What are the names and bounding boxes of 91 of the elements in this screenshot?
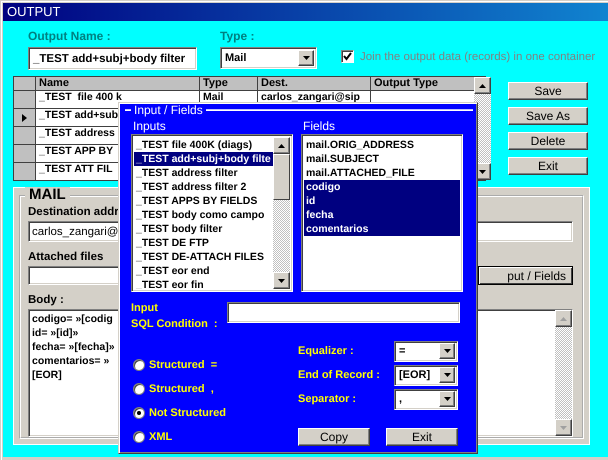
- scroll-up-button[interactable]: [273, 137, 290, 154]
- list-item[interactable]: mail.ATTACHED_FILE: [304, 166, 460, 180]
- up-arrow-icon: [278, 144, 285, 148]
- table-cell: carlos_zangari@sip: [261, 91, 360, 103]
- down-arrow-icon: [560, 426, 567, 430]
- dialog-title: Input / Fields: [134, 103, 203, 117]
- radio-button[interactable]: [133, 383, 145, 395]
- list-item[interactable]: _TEST DE FTP: [134, 236, 273, 250]
- caret-icon: [444, 349, 450, 353]
- option-dropdown[interactable]: =: [394, 340, 458, 362]
- list-item[interactable]: comentarios: [304, 222, 460, 236]
- list-item[interactable]: id: [304, 194, 460, 208]
- list-item[interactable]: _TEST file 400K (diags): [134, 138, 273, 152]
- checkbox-label: Join the output data (records) in one container: [360, 50, 596, 62]
- column-header[interactable]: Output Type: [371, 77, 474, 90]
- caret-icon: [444, 397, 450, 401]
- input-fields-button[interactable]: put / Fields: [478, 266, 573, 285]
- check-icon: [343, 52, 352, 61]
- row-selector[interactable]: [14, 109, 35, 126]
- column-header[interactable]: Type: [200, 77, 257, 90]
- list-item[interactable]: _TEST APPS BY FIELDS: [134, 194, 273, 208]
- type-dropdown[interactable]: Mail: [220, 47, 317, 69]
- up-arrow-icon: [560, 316, 567, 320]
- option-dropdown[interactable]: ,: [394, 388, 458, 410]
- radio-button[interactable]: [133, 407, 145, 419]
- field-label: Destination addr: [28, 205, 119, 219]
- grid-corner: [14, 77, 35, 90]
- list-item[interactable]: _TEST address filter 2: [134, 180, 273, 194]
- option-dropdown[interactable]: [EOR]: [394, 364, 458, 386]
- table-cell: _TEST add+sub: [39, 109, 118, 121]
- sql-condition-field[interactable]: [227, 302, 460, 323]
- checkbox[interactable]: [341, 50, 354, 63]
- list-item[interactable]: _TEST eor end: [134, 264, 273, 278]
- list-item[interactable]: _TEST add+subj+body filte: [134, 152, 273, 166]
- column-header[interactable]: Name: [36, 77, 199, 90]
- list-item[interactable]: _TEST eor fin: [134, 278, 273, 289]
- scroll-down-button[interactable]: [555, 419, 572, 436]
- option-label: End of Record :: [298, 369, 381, 381]
- list-item[interactable]: fecha: [304, 208, 460, 222]
- radio-button[interactable]: [133, 359, 145, 371]
- scroll-thumb[interactable]: [273, 154, 290, 200]
- dropdown-button[interactable]: [439, 367, 455, 383]
- list-item[interactable]: _TEST body como campo: [134, 208, 273, 222]
- field-label: Output Name :: [28, 29, 112, 43]
- option-label: Separator :: [298, 393, 358, 405]
- field-label: SQL Condition :: [131, 317, 219, 332]
- radio-button[interactable]: [133, 431, 145, 443]
- scroll-up-button[interactable]: [474, 77, 491, 94]
- field-label: Input: [131, 301, 159, 316]
- field-label: Type :: [220, 29, 256, 43]
- action-button[interactable]: Save As: [508, 107, 588, 125]
- down-arrow-icon: [278, 278, 285, 282]
- field-label: Attached files: [28, 250, 104, 264]
- body-text: codigo= »[codig id= »[id]» fecha= »[fecha]» comentarios= » [EOR]: [31, 312, 116, 383]
- down-arrow-icon: [479, 170, 486, 174]
- scroll-up-button[interactable]: [555, 310, 572, 327]
- dropdown-button[interactable]: [298, 50, 314, 66]
- dropdown-button[interactable]: [439, 391, 455, 407]
- radio-label: Structured =: [149, 359, 218, 371]
- table-cell: _TEST file 400 k: [39, 91, 122, 103]
- radio-label: Structured ,: [149, 383, 214, 395]
- window-title: OUTPUT: [3, 3, 608, 21]
- scroll-down-button[interactable]: [273, 272, 290, 289]
- caret-icon: [302, 56, 310, 60]
- dialog-button[interactable]: Copy: [298, 428, 370, 446]
- field-label: Body :: [28, 293, 64, 307]
- option-label: Equalizer :: [298, 345, 355, 357]
- dialog-button[interactable]: Exit: [386, 428, 458, 446]
- table-cell: Mail: [203, 91, 224, 103]
- list-label: Fields: [303, 119, 336, 134]
- action-button[interactable]: Delete: [508, 132, 588, 150]
- list-item[interactable]: mail.ORIG_ADDRESS: [304, 138, 460, 152]
- list-label: Inputs: [133, 119, 167, 134]
- list-item[interactable]: codigo: [304, 180, 460, 194]
- list-item[interactable]: _TEST DE-ATTACH FILES: [134, 250, 273, 264]
- radio-label: XML: [149, 431, 172, 443]
- caret-icon: [444, 373, 450, 377]
- dropdown-button[interactable]: [439, 343, 455, 359]
- up-arrow-icon: [479, 84, 486, 88]
- table-cell: _TEST address: [39, 127, 115, 139]
- radio-label: Not Structured: [149, 407, 226, 419]
- list-item[interactable]: _TEST address filter: [134, 166, 273, 180]
- row-pointer-icon: [22, 114, 27, 122]
- output-name-field[interactable]: _TEST add+subj+body filter: [28, 47, 197, 70]
- action-button[interactable]: Save: [508, 82, 588, 100]
- table-cell: _TEST APP BY: [39, 145, 114, 157]
- list-item[interactable]: mail.SUBJECT: [304, 152, 460, 166]
- column-header[interactable]: Dest.: [258, 77, 370, 90]
- action-button[interactable]: Exit: [508, 157, 588, 175]
- table-cell: _TEST ATT FIL: [39, 163, 112, 175]
- list-item[interactable]: _TEST body filter: [134, 222, 273, 236]
